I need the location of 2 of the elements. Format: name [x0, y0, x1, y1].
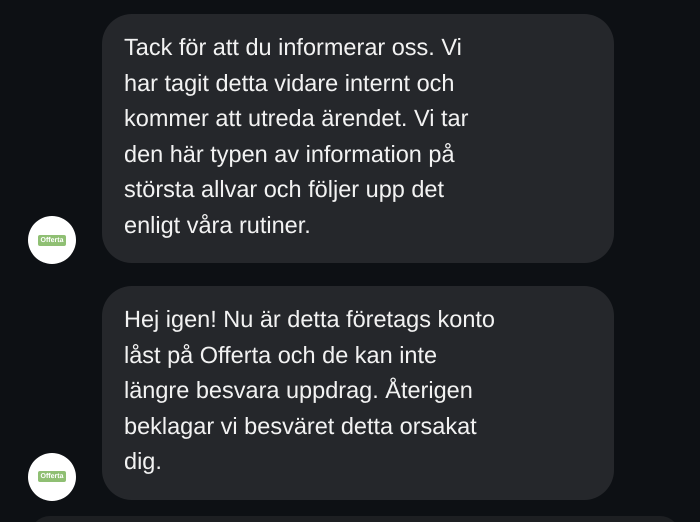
message-bubble: Tack för att du informerar oss. Vi har tagit detta vidare internt och kommer att utreda ärendet. Vi tar den här typen av information på största allvar och följer upp det enligt våra rutiner. [102, 14, 614, 263]
message-bubble: Hej igen! Nu är detta företags konto låst på Offerta och de kan inte längre besvara uppdrag. Återigen beklagar vi besväret detta orsakat dig. [102, 286, 614, 500]
